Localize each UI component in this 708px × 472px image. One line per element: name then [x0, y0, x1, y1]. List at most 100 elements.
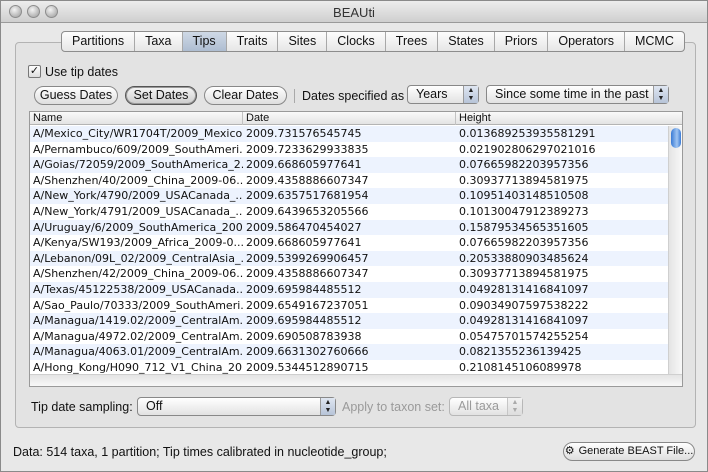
- table-row[interactable]: A/Sao_Paulo/70333/2009_SouthAmeri... 2009…: [30, 298, 668, 314]
- cell-date[interactable]: 2009.4358886607347: [243, 266, 456, 282]
- cell-height: 0.09034907597538222: [459, 298, 589, 312]
- table-body: A/Mexico_City/WR1704T/2009_Mexico... 2009…: [30, 126, 668, 374]
- use-tip-dates-checkbox[interactable]: ✓: [28, 65, 41, 78]
- table-row[interactable]: A/Managua/4972.02/2009_CentralAm... 2009.…: [30, 329, 668, 345]
- tab-bar: Partitions Taxa Tips Traits Sites Clocks Trees…: [61, 31, 685, 52]
- column-header-date[interactable]: Date: [243, 112, 456, 125]
- cell-name: A/Shenzhen/40/2009_China_2009-06...: [33, 173, 243, 187]
- table-row[interactable]: A/Pernambuco/609/2009_SouthAmeri... 2009.…: [30, 142, 668, 158]
- set-dates-button[interactable]: Set Dates: [125, 86, 197, 105]
- cell-date[interactable]: 2009.668605977641: [243, 235, 456, 251]
- tab-tips[interactable]: Tips: [182, 32, 227, 51]
- table-row[interactable]: A/Managua/4063.01/2009_CentralAm... 2009.…: [30, 344, 668, 360]
- tab-priors[interactable]: Priors: [495, 32, 549, 51]
- cell-name: A/Managua/1419.02/2009_CentralAm...: [33, 314, 243, 328]
- generate-beast-file-button[interactable]: ⚙ Generate BEAST File...: [563, 442, 695, 461]
- date-units-select[interactable]: Years ▲ ▼: [407, 85, 479, 104]
- tab-partitions[interactable]: Partitions: [62, 32, 136, 51]
- column-header-name[interactable]: Name: [30, 112, 243, 125]
- updown-arrows-icon: ▲ ▼: [320, 398, 335, 415]
- cell-name: A/Lebanon/09L_02/2009_CentralAsia_...: [33, 251, 243, 265]
- cell-date[interactable]: 2009.690508783938: [243, 329, 456, 345]
- cell-height: 0.20533880903485624: [459, 251, 589, 265]
- cell-date[interactable]: 2009.5344512890715: [243, 360, 456, 374]
- vertical-scroll-thumb[interactable]: [671, 128, 681, 148]
- cell-date[interactable]: 2009.4358886607347: [243, 173, 456, 189]
- dates-specified-label: Dates specified as: [302, 89, 405, 103]
- gear-icon: ⚙: [564, 445, 575, 457]
- table-row[interactable]: A/Shenzhen/42/2009_China_2009-06... 2009.…: [30, 266, 668, 282]
- cell-height: 0.04928131416841097: [459, 314, 589, 328]
- cell-name: A/Hong_Kong/H090_712_V1_China_20...: [33, 361, 243, 374]
- cell-name: A/Kenya/SW193/2009_Africa_2009-0...: [33, 236, 243, 250]
- tab-states[interactable]: States: [438, 32, 495, 51]
- cell-height: 0.021902806297021016: [459, 142, 596, 156]
- tab-clocks[interactable]: Clocks: [327, 32, 386, 51]
- cell-date[interactable]: 2009.6549167237051: [243, 298, 456, 314]
- tab-traits[interactable]: Traits: [227, 32, 279, 51]
- tab-operators[interactable]: Operators: [548, 32, 625, 51]
- table-row[interactable]: A/Hong_Kong/H090_712_V1_China_20... 2009.…: [30, 360, 668, 374]
- cell-date[interactable]: 2009.731576545745: [243, 126, 456, 142]
- table-row[interactable]: A/Goias/72059/2009_SouthAmerica_2... 2009…: [30, 157, 668, 173]
- title-bar: BEAUti: [1, 1, 707, 23]
- tab-trees[interactable]: Trees: [386, 32, 439, 51]
- date-direction-select[interactable]: Since some time in the past ▲ ▼: [486, 85, 669, 104]
- table-row[interactable]: A/Texas/45122538/2009_USACanada... 2009.6…: [30, 282, 668, 298]
- cell-date[interactable]: 2009.668605977641: [243, 157, 456, 173]
- clear-dates-button[interactable]: Clear Dates: [204, 86, 287, 105]
- updown-arrows-icon: ▲ ▼: [653, 86, 668, 103]
- apply-to-taxon-set-label: Apply to taxon set:: [342, 400, 445, 414]
- cell-name: A/Pernambuco/609/2009_SouthAmeri...: [33, 142, 243, 156]
- use-tip-dates-label: Use tip dates: [45, 65, 118, 79]
- table-row[interactable]: A/New_York/4790/2009_USACanada_... 2009.6…: [30, 188, 668, 204]
- cell-name: A/Sao_Paulo/70333/2009_SouthAmeri...: [33, 298, 243, 312]
- horizontal-scrollbar[interactable]: [30, 374, 682, 386]
- cell-height: 0.07665982203957356: [459, 236, 589, 250]
- cell-date[interactable]: 2009.586470454027: [243, 220, 456, 236]
- cell-name: A/New_York/4791/2009_USACanada_...: [33, 205, 243, 218]
- table-row[interactable]: A/Kenya/SW193/2009_Africa_2009-0... 2009.…: [30, 235, 668, 251]
- column-header-height[interactable]: Height: [456, 112, 682, 125]
- vertical-scrollbar[interactable]: [668, 126, 682, 374]
- tip-date-sampling-label: Tip date sampling:: [31, 400, 133, 414]
- cell-height: 0.07665982203957356: [459, 158, 589, 172]
- cell-date[interactable]: 2009.695984485512: [243, 282, 456, 298]
- table-row[interactable]: A/Uruguay/6/2009_SouthAmerica_200... 2009…: [30, 219, 668, 236]
- generate-beast-file-label: Generate BEAST File...: [578, 445, 694, 457]
- table-header: Name Date Height: [30, 112, 682, 125]
- cell-height: 0.2108145106089978: [459, 361, 582, 374]
- tip-date-sampling-select[interactable]: Off ▲ ▼: [137, 397, 336, 416]
- tab-sites[interactable]: Sites: [278, 32, 328, 51]
- cell-name: A/Uruguay/6/2009_SouthAmerica_200...: [33, 220, 243, 234]
- cell-height: 0.04928131416841097: [459, 283, 589, 296]
- table-row[interactable]: A/Managua/1419.02/2009_CentralAm... 2009.…: [30, 313, 668, 329]
- apply-to-taxon-set-select[interactable]: All taxa ▲ ▼: [449, 397, 523, 416]
- tab-mcmc[interactable]: MCMC: [625, 32, 684, 51]
- status-text: Data: 514 taxa, 1 partition; Tip times c…: [13, 445, 387, 459]
- cell-height: 0.0821355236139425: [459, 345, 582, 359]
- cell-date[interactable]: 2009.6631302760666: [243, 344, 456, 360]
- table-row[interactable]: A/Lebanon/09L_02/2009_CentralAsia_... 200…: [30, 250, 668, 267]
- cell-date[interactable]: 2009.6439653205566: [243, 204, 456, 220]
- table-row[interactable]: A/Mexico_City/WR1704T/2009_Mexico... 2009…: [30, 126, 668, 142]
- cell-date[interactable]: 2009.5399269906457: [243, 251, 456, 267]
- cell-name: A/Texas/45122538/2009_USACanada...: [33, 283, 243, 296]
- beauti-window: BEAUti Partitions Taxa Tips Traits Sites Cloc…: [0, 0, 708, 472]
- cell-date[interactable]: 2009.6357517681954: [243, 188, 456, 204]
- cell-date[interactable]: 2009.7233629933835: [243, 142, 456, 158]
- cell-date[interactable]: 2009.695984485512: [243, 313, 456, 329]
- checkmark-icon: ✓: [29, 65, 40, 77]
- tip-date-sampling-value: Off: [146, 399, 163, 413]
- cell-name: A/Managua/4063.01/2009_CentralAm...: [33, 345, 243, 359]
- cell-height: 0.10951403148510508: [459, 189, 589, 203]
- tab-taxa[interactable]: Taxa: [135, 32, 183, 51]
- apply-to-taxon-set-value: All taxa: [458, 399, 499, 413]
- guess-dates-button[interactable]: Guess Dates: [34, 86, 118, 105]
- cell-height: 0.15879534565351605: [459, 220, 589, 234]
- updown-arrows-icon: ▲ ▼: [463, 86, 478, 103]
- table-row[interactable]: A/New_York/4791/2009_USACanada_... 2009.6…: [30, 204, 668, 220]
- cell-height: 0.05475701574255254: [459, 329, 589, 343]
- table-row[interactable]: A/Shenzhen/40/2009_China_2009-06... 2009.…: [30, 173, 668, 189]
- cell-name: A/Goias/72059/2009_SouthAmerica_2...: [33, 158, 243, 172]
